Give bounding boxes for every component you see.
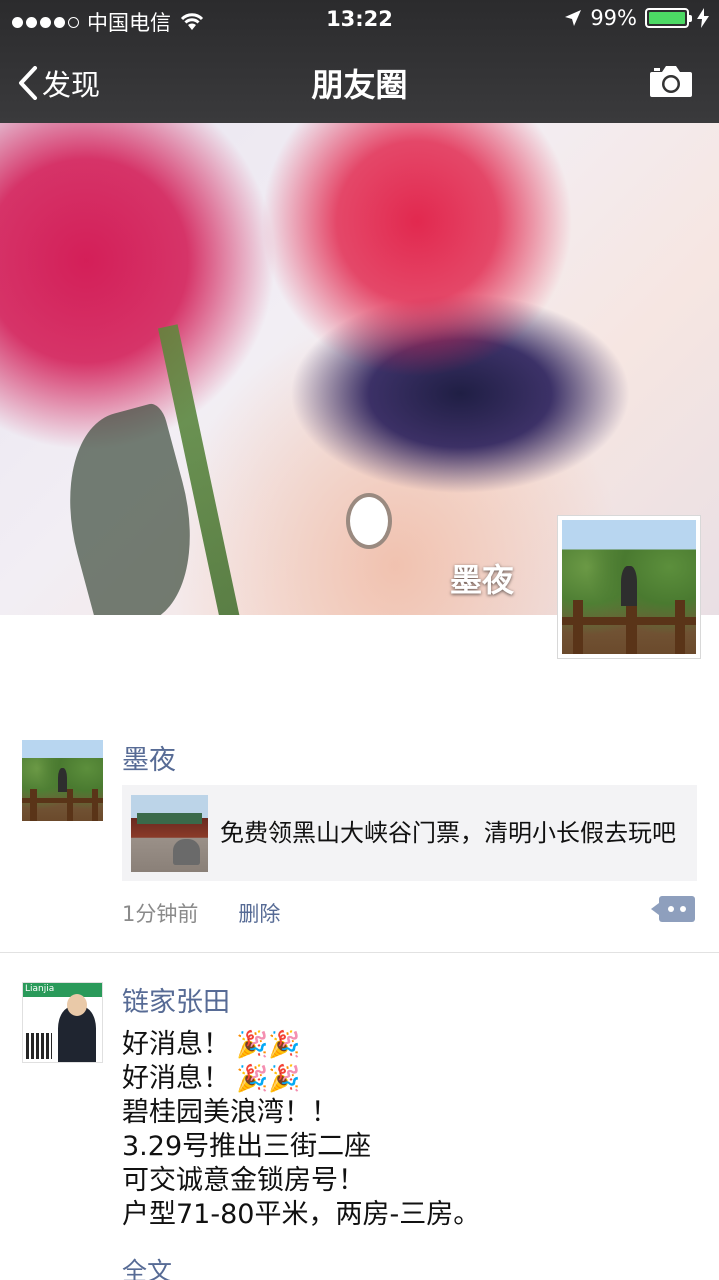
party-popper-icon: 🎉🎉 <box>236 1030 301 1060</box>
post-line: 可交诚意金锁房号！ <box>122 1165 365 1196</box>
avatar-image <box>562 520 696 654</box>
page-title: 朋友圈 <box>311 66 408 104</box>
camera-icon <box>650 66 692 97</box>
qr-code-icon <box>26 1033 52 1059</box>
avatar-image <box>22 740 103 821</box>
top-bar: 中国电信 13:22 99% 发现 朋友圈 <box>0 0 719 123</box>
post-avatar[interactable]: Lianjia <box>22 982 103 1063</box>
post-line: 户型71-80平米，两房-三房。 <box>122 1199 481 1230</box>
post-avatar[interactable] <box>22 740 103 821</box>
full-text-link[interactable]: 全文 <box>122 1252 172 1280</box>
camera-button[interactable] <box>649 64 693 102</box>
post-line: 好消息！ 🎉🎉 <box>122 1063 301 1094</box>
party-popper-icon: 🎉🎉 <box>236 1064 301 1094</box>
avatar-brand-text: Lianjia <box>25 984 55 994</box>
battery-icon <box>645 8 692 28</box>
comment-icon[interactable] <box>651 896 695 922</box>
battery-percent: 99% <box>590 6 637 30</box>
post-time: 1分钟前 <box>122 902 199 926</box>
post-username[interactable]: 链家张田 <box>122 980 230 1019</box>
post-line: 碧桂园美浪湾！！ <box>122 1097 338 1128</box>
link-thumbnail <box>131 794 208 872</box>
status-bar: 中国电信 13:22 99% <box>0 0 719 40</box>
battery-fill <box>649 12 685 24</box>
post-meta: 1分钟前 删除 <box>122 898 280 928</box>
shared-link-card[interactable]: 免费领黑山大峡谷门票，清明小长假去玩吧 <box>122 785 697 881</box>
profile-avatar[interactable] <box>557 515 701 659</box>
delete-button[interactable]: 删除 <box>238 902 280 926</box>
nav-bar: 发现 朋友圈 <box>0 40 719 123</box>
post-body: 好消息！ 🎉🎉 好消息！ 🎉🎉 碧桂园美浪湾！！ 3.29号推出三街二座 可交诚意金… <box>122 1028 480 1232</box>
cover-username: 墨夜 <box>449 561 514 599</box>
charging-bolt-icon <box>697 8 709 28</box>
post-line: 好消息！ 🎉🎉 <box>122 1029 301 1060</box>
post-divider <box>0 952 719 953</box>
link-title: 免费领黑山大峡谷门票，清明小长假去玩吧 <box>220 818 676 847</box>
post-line: 3.29号推出三街二座 <box>122 1131 372 1162</box>
location-arrow-icon <box>565 10 582 26</box>
cover-watch-shape <box>346 493 392 549</box>
moment-post: Lianjia 链家张田 好消息！ 🎉🎉 好消息！ 🎉🎉 碧桂园美浪湾！！ 3.29… <box>0 980 719 1280</box>
status-right: 99% <box>564 6 709 30</box>
post-username[interactable]: 墨夜 <box>122 738 176 777</box>
